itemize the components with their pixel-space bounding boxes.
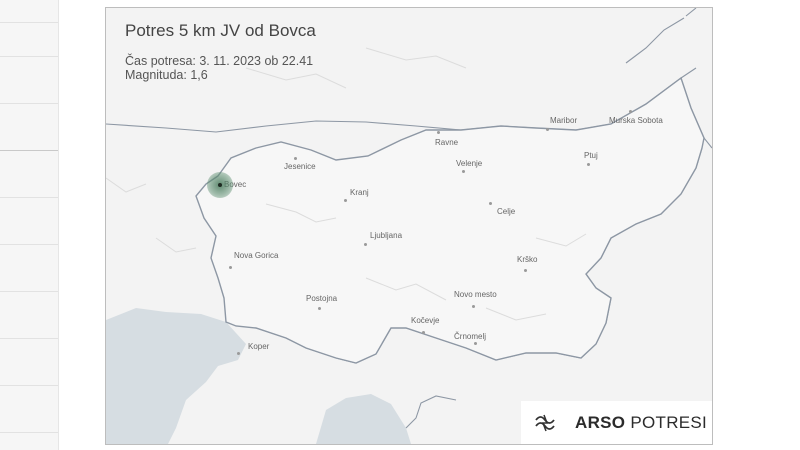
epicenter-dot xyxy=(218,183,222,187)
logo-text: ARSO POTRESI xyxy=(575,413,707,433)
city-dot xyxy=(524,269,527,272)
city-label-krsko: Krško xyxy=(517,255,538,264)
city-label-velenje: Velenje xyxy=(456,159,483,168)
city-label-ptuj: Ptuj xyxy=(584,151,598,160)
city-label-postojna: Postojna xyxy=(306,294,338,303)
divider xyxy=(0,56,58,57)
divider xyxy=(0,432,58,433)
city-dot xyxy=(472,305,475,308)
city-dot xyxy=(437,131,440,134)
city-dot xyxy=(229,266,232,269)
city-label-murska-sobota: Murska Sobota xyxy=(609,116,663,125)
divider xyxy=(0,244,58,245)
city-label-celje: Celje xyxy=(497,207,516,216)
city-label-kocevje: Kočevje xyxy=(411,316,440,325)
city-label-maribor: Maribor xyxy=(550,116,578,125)
city-label-koper: Koper xyxy=(248,342,270,351)
city-label-jesenice: Jesenice xyxy=(284,162,316,171)
city-dot xyxy=(318,307,321,310)
city-dot xyxy=(629,110,632,113)
divider xyxy=(0,150,58,151)
city-dot xyxy=(294,157,297,160)
city-dot xyxy=(489,202,492,205)
quake-magnitude: Magnituda: 1,6 xyxy=(125,68,208,82)
city-dot xyxy=(546,128,549,131)
city-label-ravne: Ravne xyxy=(435,138,459,147)
left-sidebar-strip xyxy=(0,0,59,450)
divider xyxy=(0,338,58,339)
city-label-ljubljana: Ljubljana xyxy=(370,231,403,240)
city-label-kranj: Kranj xyxy=(350,188,369,197)
logo-bold-text: ARSO xyxy=(575,412,626,432)
map-title: Potres 5 km JV od Bovca xyxy=(125,21,316,40)
city-label-crnomelj: Črnomelj xyxy=(454,332,487,341)
divider xyxy=(0,197,58,198)
city-label-nova-gorica: Nova Gorica xyxy=(234,251,279,260)
quake-time: Čas potresa: 3. 11. 2023 ob 22.41 xyxy=(125,54,314,68)
city-dot xyxy=(474,342,477,345)
divider xyxy=(0,22,58,23)
city-dot xyxy=(587,163,590,166)
city-dot xyxy=(462,170,465,173)
city-dot xyxy=(364,243,367,246)
divider xyxy=(0,103,58,104)
quake-info: Čas potresa: 3. 11. 2023 ob 22.41 Magnit… xyxy=(125,54,313,82)
earthquake-map[interactable]: Potres 5 km JV od Bovca Čas potresa: 3. … xyxy=(105,7,713,445)
arso-logo: ARSO POTRESI xyxy=(521,401,712,444)
city-dot xyxy=(344,199,347,202)
city-dot xyxy=(237,352,240,355)
divider xyxy=(0,385,58,386)
city-label-novo-mesto: Novo mesto xyxy=(454,290,497,299)
arso-wave-icon xyxy=(535,414,555,431)
logo-regular-text: POTRESI xyxy=(630,412,708,432)
city-dot xyxy=(422,331,425,334)
divider xyxy=(0,291,58,292)
